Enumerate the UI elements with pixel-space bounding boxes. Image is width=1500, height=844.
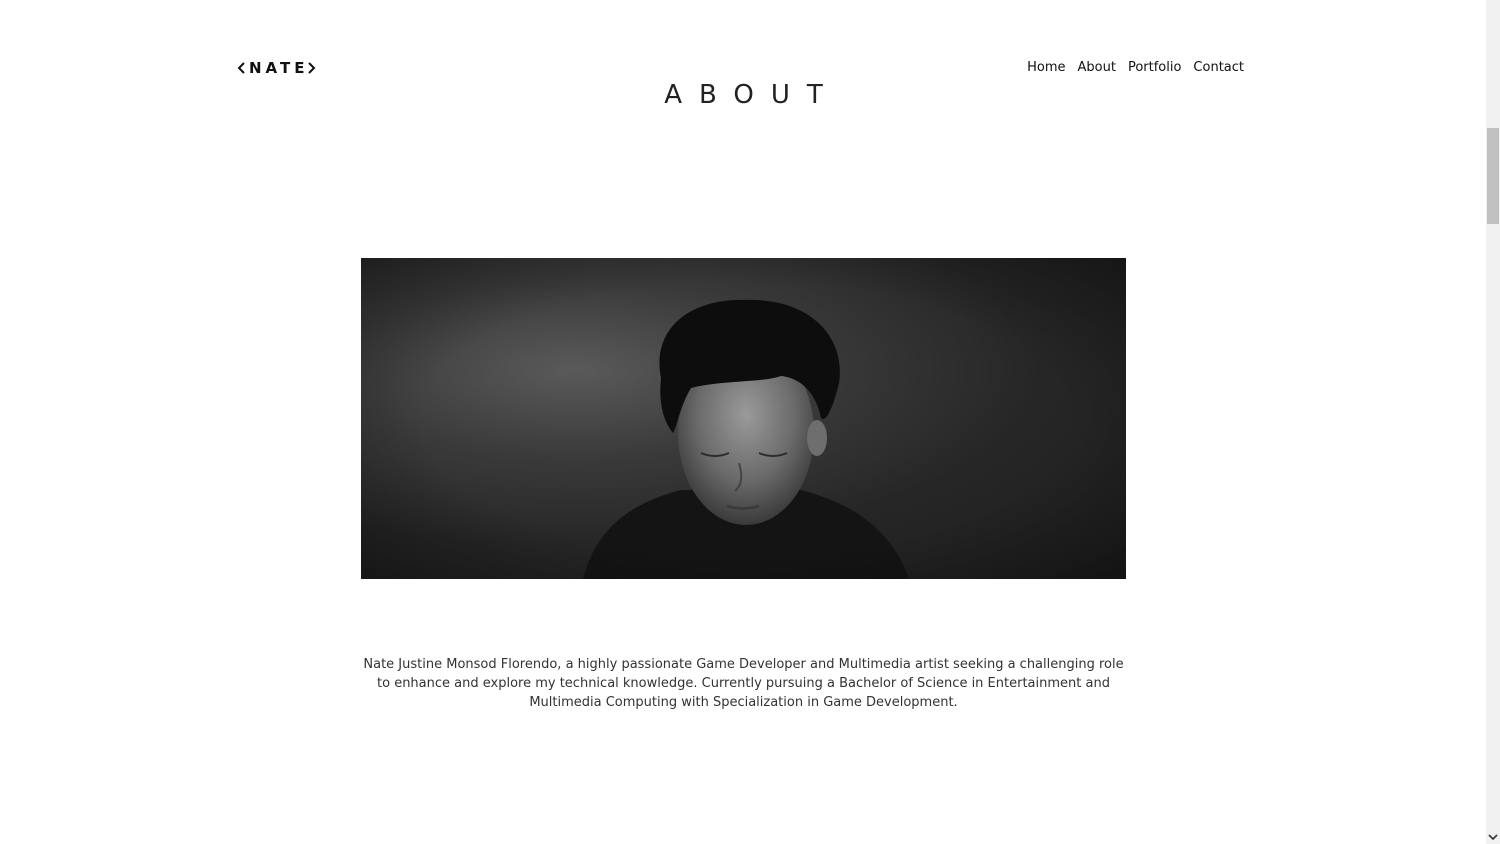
profile-photo (361, 258, 1126, 579)
nav-contact[interactable]: Contact (1193, 60, 1244, 75)
chevron-right-icon (308, 62, 316, 74)
nav-about[interactable]: About (1078, 60, 1116, 75)
logo-text: NATE (249, 59, 309, 77)
nav-home[interactable]: Home (1027, 60, 1065, 75)
scrollbar-thumb[interactable] (1487, 128, 1499, 224)
bio-text: Nate Justine Monsod Florendo, a highly p… (363, 657, 1124, 710)
page-title: ABOUT (664, 80, 840, 110)
vertical-scrollbar[interactable] (1486, 0, 1500, 844)
nav-portfolio[interactable]: Portfolio (1128, 60, 1181, 75)
scroll-down-button[interactable] (1486, 830, 1500, 844)
logo-link[interactable]: NATE (237, 59, 316, 77)
chevron-down-icon (1488, 834, 1498, 841)
main-nav: Home About Portfolio Contact (1027, 60, 1244, 75)
portrait-illustration (361, 258, 1126, 579)
page: NATE Home About Portfolio Contact ABOUT (0, 0, 1500, 844)
chevron-left-icon (237, 62, 245, 74)
